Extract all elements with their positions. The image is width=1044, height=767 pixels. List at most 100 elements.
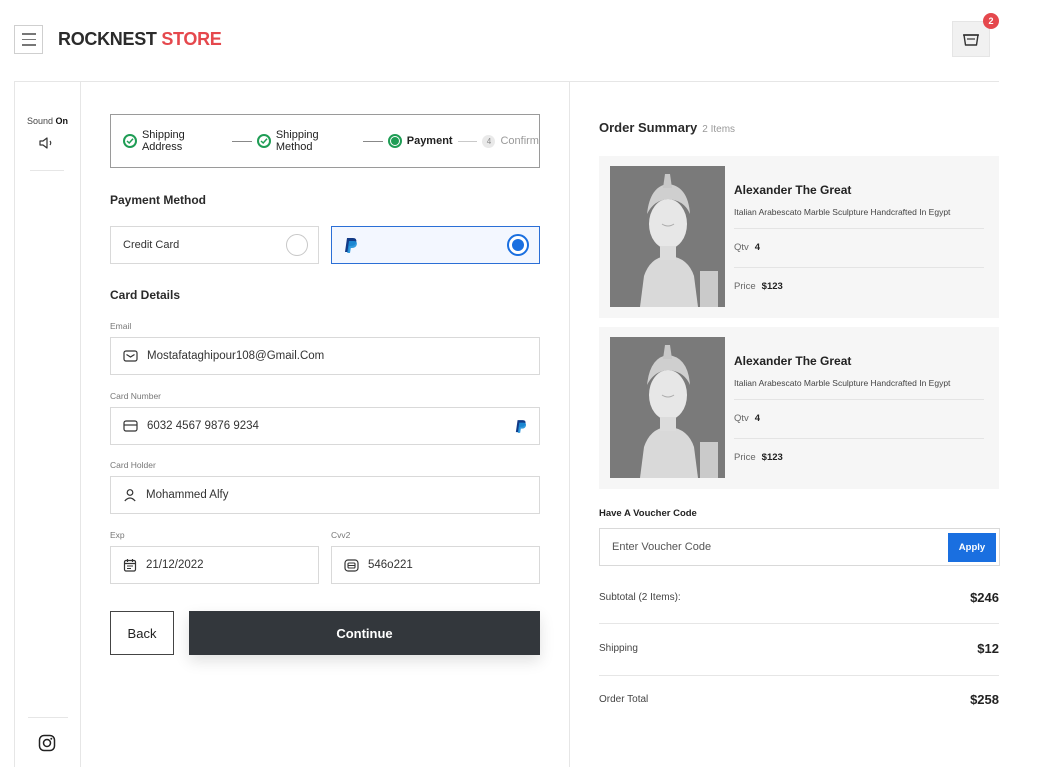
exp-value: 21/12/2022 xyxy=(146,559,204,571)
rail-divider xyxy=(28,717,68,718)
card-number-value: 6032 4567 9876 9234 xyxy=(147,420,259,432)
step-payment[interactable]: Payment xyxy=(387,134,453,148)
card-holder-value: Mohammed Alfy xyxy=(146,489,229,501)
rail-divider xyxy=(30,170,64,171)
exp-label: Exp xyxy=(110,530,125,540)
cvv-field[interactable]: 546o221 xyxy=(331,546,540,584)
menu-bar xyxy=(21,38,36,41)
side-rail xyxy=(14,82,81,767)
product-image[interactable] xyxy=(610,337,725,478)
product-image[interactable] xyxy=(610,166,725,307)
subtotal-row: Subtotal (2 Items): $246 xyxy=(599,590,999,605)
radio-button[interactable] xyxy=(286,234,308,256)
envelope-icon xyxy=(123,350,138,362)
continue-button[interactable]: Continue xyxy=(189,611,540,655)
order-summary-title: Order Summary 2 Items xyxy=(599,120,735,135)
header-divider xyxy=(14,81,999,82)
user-icon xyxy=(124,489,136,502)
brand-name: ROCKNEST xyxy=(58,29,157,49)
price-value: $123 xyxy=(761,452,783,463)
card-security-icon xyxy=(344,558,359,572)
step-label: Payment xyxy=(406,135,453,147)
item-divider xyxy=(734,228,984,229)
voucher-input[interactable]: Enter Voucher Code xyxy=(599,528,1000,566)
item-divider xyxy=(734,267,984,268)
shipping-row: Shipping $12 xyxy=(599,641,999,656)
quantity-row: Qtv 4 xyxy=(734,413,760,424)
order-item[interactable]: Alexander The Great Italian Arabescato M… xyxy=(599,327,999,489)
quantity-value: 4 xyxy=(754,242,761,253)
step-shipping-method[interactable]: Shipping Method xyxy=(256,129,358,153)
marble-bust-image xyxy=(610,166,725,307)
checkout-stepper: Shipping Address Shipping Method Payment… xyxy=(110,114,540,168)
step-connector xyxy=(362,140,383,142)
brand-suffix: STORE xyxy=(161,29,222,49)
calendar-icon xyxy=(123,559,137,572)
item-divider xyxy=(734,399,984,400)
quantity-label: Qtv xyxy=(734,413,749,424)
radio-button[interactable] xyxy=(507,234,529,256)
instagram-icon[interactable] xyxy=(38,734,56,757)
email-field[interactable]: Mostafataghipour108@Gmail.Com xyxy=(110,337,540,375)
marble-bust-image xyxy=(610,337,725,478)
exp-date-field[interactable]: 21/12/2022 xyxy=(110,546,319,584)
column-divider xyxy=(569,82,570,767)
check-circle-icon xyxy=(123,134,137,148)
menu-bar xyxy=(21,33,36,35)
voucher-placeholder: Enter Voucher Code xyxy=(612,541,712,553)
step-connector xyxy=(457,140,478,142)
step-shipping-address[interactable]: Shipping Address xyxy=(123,129,227,153)
sound-toggle-label[interactable]: Sound On xyxy=(14,116,81,126)
quantity-label: Qtv xyxy=(734,242,749,253)
summary-divider xyxy=(599,623,999,624)
card-holder-field[interactable]: Mohammed Alfy xyxy=(110,476,540,514)
cvv-value: 546o221 xyxy=(368,559,413,571)
email-value: Mostafataghipour108@Gmail.Com xyxy=(147,350,325,362)
step-label: Shipping Address xyxy=(141,129,185,153)
cart-count-badge: 2 xyxy=(983,13,999,29)
quantity-value: 4 xyxy=(754,413,761,424)
sound-label: Sound xyxy=(26,116,53,126)
menu-button[interactable] xyxy=(14,25,43,54)
step-label: Confirm xyxy=(500,135,539,147)
product-description: Italian Arabescato Marble Sculpture Hand… xyxy=(734,378,951,388)
quantity-row: Qtv 4 xyxy=(734,242,760,253)
sound-state: On xyxy=(55,116,69,126)
shipping-label: Shipping xyxy=(599,643,638,654)
menu-bar xyxy=(21,44,36,46)
payment-option-paypal[interactable] xyxy=(331,226,540,264)
card-number-field[interactable]: 6032 4567 9876 9234 xyxy=(110,407,540,445)
product-name[interactable]: Alexander The Great xyxy=(734,183,851,197)
price-label: Price xyxy=(734,281,756,292)
item-divider xyxy=(734,438,984,439)
order-total-value: $258 xyxy=(970,692,999,707)
voucher-label: Have A Voucher Code xyxy=(599,508,697,519)
price-row: Price $123 xyxy=(734,281,783,292)
subtotal-label: Subtotal (2 Items): xyxy=(599,592,681,603)
shipping-value: $12 xyxy=(977,641,999,656)
price-row: Price $123 xyxy=(734,452,783,463)
payment-method-title: Payment Method xyxy=(110,193,207,207)
product-name[interactable]: Alexander The Great xyxy=(734,354,851,368)
paypal-icon xyxy=(515,419,527,433)
order-total-row: Order Total $258 xyxy=(599,692,999,707)
speaker-icon[interactable] xyxy=(38,136,56,155)
order-item[interactable]: Alexander The Great Italian Arabescato M… xyxy=(599,156,999,318)
card-details-title: Card Details xyxy=(110,288,181,302)
step-confirm[interactable]: 4 Confirm xyxy=(482,134,539,148)
price-label: Price xyxy=(734,452,756,463)
summary-divider xyxy=(599,675,999,676)
paypal-icon xyxy=(345,237,357,253)
order-total-label: Order Total xyxy=(599,694,649,705)
step-connector xyxy=(232,140,252,142)
apply-voucher-button[interactable]: Apply xyxy=(948,533,996,562)
cvv-label: Cvv2 xyxy=(331,530,351,540)
brand-logo[interactable]: ROCKNEST STORE xyxy=(58,29,222,50)
credit-card-icon xyxy=(123,420,138,432)
product-description: Italian Arabescato Marble Sculpture Hand… xyxy=(734,207,951,217)
order-summary-heading: Order Summary xyxy=(599,120,698,135)
payment-option-credit-card[interactable]: Credit Card xyxy=(110,226,319,264)
back-button[interactable]: Back xyxy=(110,611,174,655)
price-value: $123 xyxy=(761,281,783,292)
basket-icon xyxy=(963,34,979,46)
